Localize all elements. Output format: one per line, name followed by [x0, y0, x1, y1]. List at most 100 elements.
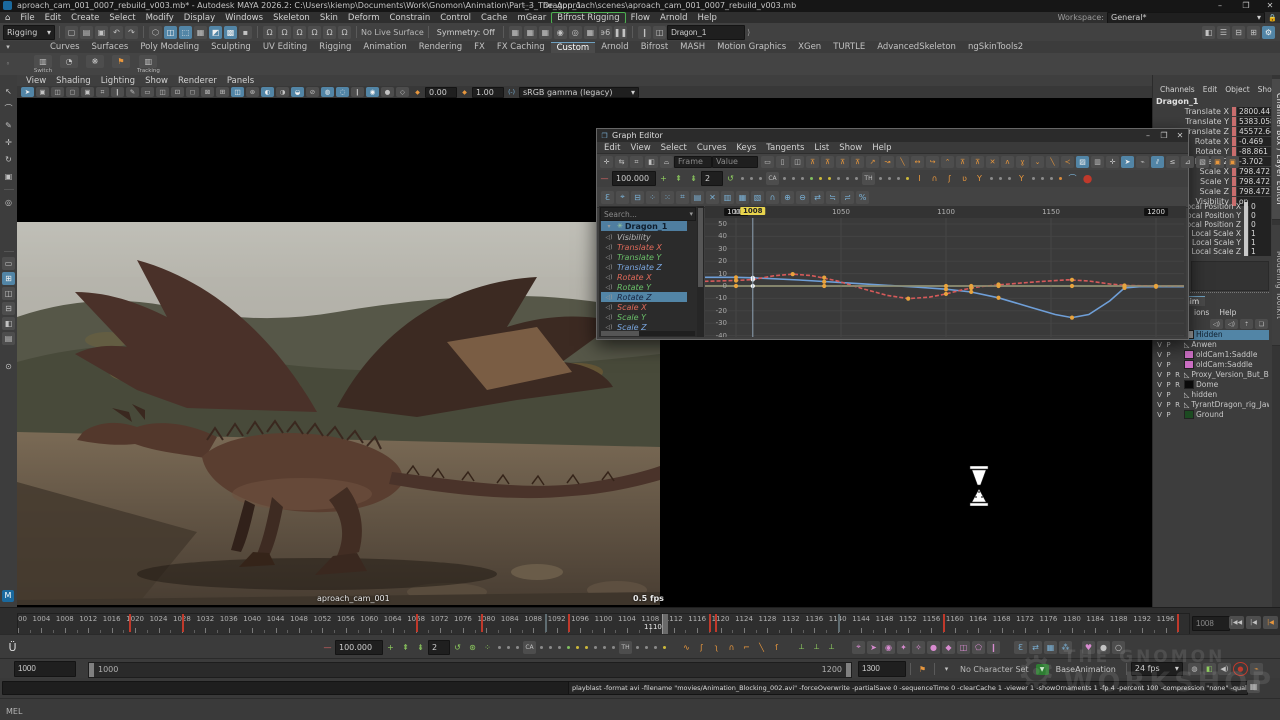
- table-icon[interactable]: ▦: [1044, 641, 1057, 654]
- menu-edit[interactable]: Edit: [40, 13, 66, 23]
- time-hold-toggle[interactable]: TH: [619, 641, 632, 654]
- cycle-icon[interactable]: ∿: [680, 641, 693, 654]
- ghost2-icon[interactable]: ⟂: [810, 641, 823, 654]
- layer-color-swatch[interactable]: [1184, 410, 1194, 419]
- layer-playback-toggle[interactable]: P: [1164, 401, 1173, 409]
- gamma-field[interactable]: 1.00: [472, 87, 504, 98]
- snap-value-icon[interactable]: ▯: [776, 156, 789, 168]
- layer-playback-toggle[interactable]: P: [1164, 411, 1173, 419]
- key-dot-indicator[interactable]: [612, 646, 615, 649]
- shape-icon[interactable]: ⬠: [972, 641, 985, 654]
- shelf-tab-fx[interactable]: FX: [468, 42, 491, 52]
- refresh-icon[interactable]: ↺: [724, 172, 737, 185]
- layer-options-menu[interactable]: ions: [1189, 308, 1214, 317]
- move-layer-up-icon[interactable]: ⇡: [1240, 319, 1253, 329]
- playback-options-icon[interactable]: ◍: [1188, 663, 1201, 675]
- down-tangent-icon[interactable]: ⌄: [1031, 156, 1044, 168]
- gamma-toggle-icon[interactable]: ◌: [336, 87, 349, 97]
- step-back-frame-button[interactable]: |◀: [1246, 616, 1261, 629]
- render-icon[interactable]: ▦: [509, 26, 522, 39]
- joints-xray-icon[interactable]: ⊘: [306, 87, 319, 97]
- graph-channel-row-translate-x[interactable]: ◁)Translate X: [601, 242, 687, 252]
- less-icon[interactable]: ≺: [1061, 156, 1074, 168]
- layer-type-icon[interactable]: ◺: [1184, 401, 1189, 409]
- channel-value-field[interactable]: 45572.646: [1237, 127, 1271, 136]
- menu-skin[interactable]: Skin: [315, 13, 343, 23]
- shelf-tab-xgen[interactable]: XGen: [792, 42, 827, 52]
- safeaction-icon[interactable]: ◇: [396, 87, 409, 97]
- gate-icon[interactable]: ❙: [351, 87, 364, 97]
- channel-value-field[interactable]: -3.702: [1237, 157, 1271, 166]
- shelf-tab-turtle[interactable]: TURTLE: [827, 42, 871, 52]
- key-dot-indicator[interactable]: [507, 646, 510, 649]
- normalize-icon[interactable]: ∩: [766, 191, 779, 204]
- mute-channel-icon[interactable]: ◁): [601, 314, 617, 321]
- lock-weight-icon[interactable]: ⊼: [971, 156, 984, 168]
- curve-preview-icon[interactable]: ⌒: [1066, 172, 1079, 185]
- key-dot-indicator[interactable]: [516, 646, 519, 649]
- reset-icon[interactable]: ↺: [451, 641, 464, 654]
- percent-icon[interactable]: %: [856, 191, 869, 204]
- anim-layer-icon[interactable]: ▼: [1036, 664, 1049, 675]
- minimize-button[interactable]: –: [1212, 1, 1228, 10]
- graph-editor-menu-help[interactable]: Help: [867, 143, 896, 153]
- key-dot-indicator[interactable]: [879, 177, 882, 180]
- switch-shelf-icon[interactable]: ▥: [34, 55, 52, 68]
- channelbox-toggle-icon[interactable]: ☰: [1217, 26, 1230, 39]
- char-select-icon[interactable]: ➤: [867, 641, 880, 654]
- ipr-render-icon[interactable]: ▦: [524, 26, 537, 39]
- wireframe-icon[interactable]: ▭: [141, 87, 154, 97]
- snap-point-icon[interactable]: Ω: [293, 26, 306, 39]
- layer-color-swatch[interactable]: [1184, 350, 1194, 359]
- greasepencil-icon[interactable]: ✎: [126, 87, 139, 97]
- channel-value-field[interactable]: 798.472: [1237, 177, 1271, 186]
- layer-row-dome[interactable]: VPRDome: [1155, 380, 1269, 390]
- layer-color-swatch[interactable]: [1184, 360, 1194, 369]
- isolate-curve-icon[interactable]: ⫽: [1151, 156, 1164, 168]
- exposure-field[interactable]: 0.00: [425, 87, 457, 98]
- key-dot[interactable]: [996, 296, 1000, 300]
- keyframe-marker[interactable]: [568, 614, 570, 632]
- snap-time-icon[interactable]: ▭: [761, 156, 774, 168]
- depth-peel-icon[interactable]: ◐: [261, 87, 274, 97]
- gamma-tangent-icon[interactable]: ɣ: [1016, 156, 1029, 168]
- exposure-toggle-icon[interactable]: ◍: [321, 87, 334, 97]
- key-dot-indicator[interactable]: [846, 177, 849, 180]
- symmetry-dropdown[interactable]: Symmetry: Off: [433, 25, 499, 40]
- maximize-button[interactable]: ❐: [1238, 1, 1254, 10]
- channel-value-field[interactable]: 5383.058: [1237, 117, 1271, 126]
- animation-prefs-icon[interactable]: ⌁: [1250, 663, 1263, 675]
- mute-channel-icon[interactable]: ◁): [601, 284, 617, 291]
- lattice-deform-keys-icon[interactable]: ⌗: [630, 156, 643, 168]
- insert-keys-tool-icon[interactable]: ⇆: [615, 156, 628, 168]
- panel-menu-lighting[interactable]: Lighting: [96, 76, 140, 86]
- key-dot[interactable]: [734, 278, 738, 282]
- lighting-icon[interactable]: ◻: [186, 87, 199, 97]
- dots-icon[interactable]: ⁂: [1059, 641, 1072, 654]
- channel-value-field[interactable]: 2800.447: [1237, 107, 1271, 116]
- auto-key-icon[interactable]: ●: [1233, 662, 1248, 676]
- channel-value-field[interactable]: 1: [1249, 238, 1271, 247]
- shelf-tab-menu-icon[interactable]: ▾: [1, 41, 15, 54]
- workspace-dropdown[interactable]: General*▾: [1107, 12, 1265, 24]
- shelf-tab-advancedskeleton[interactable]: AdvancedSkeleton: [871, 42, 962, 52]
- shaded-icon[interactable]: ◫: [156, 87, 169, 97]
- key-dot-indicator[interactable]: [549, 646, 552, 649]
- key-dot-indicator[interactable]: [888, 177, 891, 180]
- current-frame-marker[interactable]: [662, 614, 668, 634]
- channel-value-field[interactable]: 1: [1249, 229, 1271, 238]
- key-dot[interactable]: [944, 292, 948, 296]
- step-back-key-button[interactable]: |◀: [1263, 616, 1278, 629]
- graph-editor-close-button[interactable]: ✕: [1172, 131, 1188, 140]
- clip2-icon[interactable]: ◆: [942, 641, 955, 654]
- pose2-icon[interactable]: ✧: [912, 641, 925, 654]
- mute-channel-icon[interactable]: ◁): [601, 304, 617, 311]
- key-dot[interactable]: [1122, 284, 1126, 288]
- hypergraph-pane-layout-icon[interactable]: ▤: [2, 332, 15, 345]
- alpha-tangent-icon[interactable]: ʌ: [1001, 156, 1014, 168]
- menu-file[interactable]: File: [15, 13, 39, 23]
- center-view-icon[interactable]: ⌖: [616, 191, 629, 204]
- 2d-pan-zoom-icon[interactable]: ⌗: [96, 87, 109, 97]
- bake-channel-icon[interactable]: ⁙: [661, 191, 674, 204]
- select-hierarchy-icon[interactable]: ⬡: [149, 26, 162, 39]
